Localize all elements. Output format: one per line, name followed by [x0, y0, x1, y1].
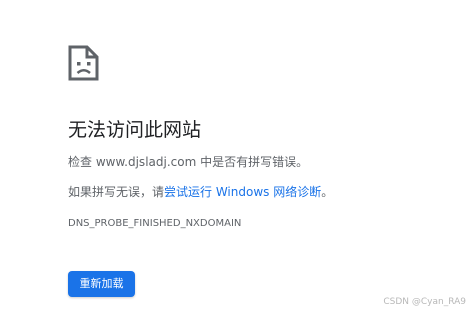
- sad-document-icon: [68, 45, 99, 81]
- spelling-check-hint: 检查 www.djsladj.com 中是否有拼写错误。: [68, 154, 308, 170]
- page-title: 无法访问此网站: [68, 119, 202, 141]
- error-page: 无法访问此网站 检查 www.djsladj.com 中是否有拼写错误。 如果拼…: [0, 0, 474, 312]
- reload-button[interactable]: 重新加载: [68, 271, 135, 297]
- watermark-text: CSDN @Cyan_RA9: [383, 297, 466, 307]
- domain-text: www.djsladj.com: [95, 155, 197, 169]
- spelling-suffix: 。: [321, 185, 334, 199]
- network-diagnostics-link[interactable]: 尝试运行 Windows 网络诊断: [164, 185, 321, 199]
- error-code: DNS_PROBE_FINISHED_NXDOMAIN: [68, 218, 242, 229]
- spelling-prefix: 如果拼写无误，请: [68, 185, 165, 199]
- check-suffix: 中是否有拼写错误。: [196, 155, 309, 169]
- check-prefix: 检查: [68, 155, 96, 169]
- diagnostics-hint: 如果拼写无误，请尝试运行 Windows 网络诊断。: [68, 184, 333, 200]
